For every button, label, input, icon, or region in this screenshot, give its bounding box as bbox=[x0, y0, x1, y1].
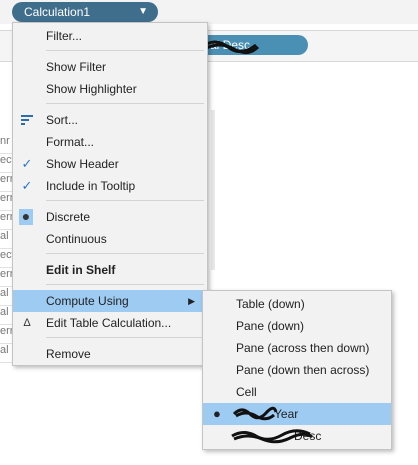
menu-item-compute-using[interactable]: Compute Using ▶ bbox=[13, 290, 207, 312]
strip-cell: err bbox=[0, 192, 12, 211]
delta-icon: Δ bbox=[23, 317, 31, 329]
menu-item-label: Edit Table Calculation... bbox=[46, 316, 172, 330]
submenu-item-label: Cell bbox=[236, 385, 257, 399]
menu-item-show-header[interactable]: ✓ Show Header bbox=[13, 153, 207, 175]
menu-separator bbox=[46, 50, 204, 51]
strip-cell: al bbox=[0, 230, 12, 249]
submenu-item-label: Pane (down) bbox=[236, 319, 305, 333]
strip-cell: nr bbox=[0, 135, 12, 154]
strip-cell: al bbox=[0, 344, 12, 363]
menu-item-edit-in-shelf[interactable]: Edit in Shelf bbox=[13, 259, 207, 281]
menu-separator bbox=[46, 200, 204, 201]
menu-item-label: Discrete bbox=[46, 210, 91, 224]
menu-item-show-filter[interactable]: Show Filter bbox=[13, 56, 207, 78]
sort-icon bbox=[21, 115, 33, 125]
submenu-item-pane-down-then-across[interactable]: Pane (down then across) bbox=[203, 359, 391, 381]
submenu-item-pane-across-then-down[interactable]: Pane (across then down) bbox=[203, 337, 391, 359]
submenu-item-pane-down[interactable]: Pane (down) bbox=[203, 315, 391, 337]
redaction-scribble bbox=[201, 40, 260, 54]
menu-separator bbox=[46, 253, 204, 254]
menu-separator bbox=[46, 337, 204, 338]
menu-item-edit-table-calculation[interactable]: Δ Edit Table Calculation... bbox=[13, 312, 207, 334]
menu-item-sort[interactable]: Sort... bbox=[13, 109, 207, 131]
strip-cell: err bbox=[0, 268, 12, 287]
redaction-scribble bbox=[232, 406, 278, 421]
data-column-strip: nr ect err err err al ect err al al err … bbox=[0, 135, 12, 363]
menu-item-label: Edit in Shelf bbox=[46, 263, 116, 277]
menu-item-label: Sort... bbox=[46, 113, 79, 127]
calculation-pill-label: Calculation1 bbox=[24, 5, 91, 19]
strip-cell: ect bbox=[0, 154, 12, 173]
menu-separator bbox=[46, 284, 204, 285]
bullet-icon: ● bbox=[213, 406, 221, 421]
submenu-item-table-down[interactable]: Table (down) bbox=[203, 293, 391, 315]
menu-item-discrete[interactable]: ● Discrete bbox=[13, 206, 207, 228]
menu-item-filter[interactable]: Filter... bbox=[13, 25, 207, 47]
menu-item-label: Filter... bbox=[46, 29, 83, 43]
divider bbox=[211, 110, 215, 270]
menu-separator bbox=[46, 103, 204, 104]
submenu-item-cell[interactable]: Cell bbox=[203, 381, 391, 403]
redaction-scribble bbox=[231, 429, 313, 444]
menu-item-format[interactable]: Format... bbox=[13, 131, 207, 153]
menu-item-continuous[interactable]: Continuous bbox=[13, 228, 207, 250]
menu-item-label: Show Highlighter bbox=[46, 82, 137, 96]
check-icon: ✓ bbox=[21, 156, 33, 171]
calculation-pill[interactable]: Calculation1 ▼ bbox=[12, 2, 158, 22]
submenu-item-label: Pane (across then down) bbox=[236, 341, 370, 355]
chevron-down-icon[interactable]: ▼ bbox=[138, 2, 148, 22]
menu-item-label: Format... bbox=[46, 135, 95, 149]
menu-item-include-in-tooltip[interactable]: ✓ Include in Tooltip bbox=[13, 175, 207, 197]
strip-cell: al bbox=[0, 306, 12, 325]
menu-item-label: Continuous bbox=[46, 232, 107, 246]
menu-item-label: Show Filter bbox=[46, 60, 107, 74]
menu-item-label: Show Header bbox=[46, 157, 119, 171]
menu-item-label: Remove bbox=[46, 347, 91, 361]
chevron-right-icon: ▶ bbox=[188, 296, 195, 306]
menu-item-show-highlighter[interactable]: Show Highlighter bbox=[13, 78, 207, 100]
menu-item-label: Include in Tooltip bbox=[46, 179, 136, 193]
submenu-item-label: Table (down) bbox=[236, 297, 305, 311]
strip-cell: err bbox=[0, 325, 12, 344]
check-icon: ✓ bbox=[21, 178, 33, 193]
menu-item-remove[interactable]: Remove bbox=[13, 343, 207, 365]
submenu-item-label: Pane (down then across) bbox=[236, 363, 370, 377]
context-menu: Filter... Show Filter Show Highlighter S… bbox=[12, 22, 208, 366]
bullet-icon: ● bbox=[19, 209, 33, 225]
strip-cell: err bbox=[0, 211, 12, 230]
menu-item-label: Compute Using bbox=[46, 294, 129, 308]
strip-cell: al bbox=[0, 287, 12, 306]
strip-cell: err bbox=[0, 173, 12, 192]
strip-cell: ect bbox=[0, 249, 12, 268]
